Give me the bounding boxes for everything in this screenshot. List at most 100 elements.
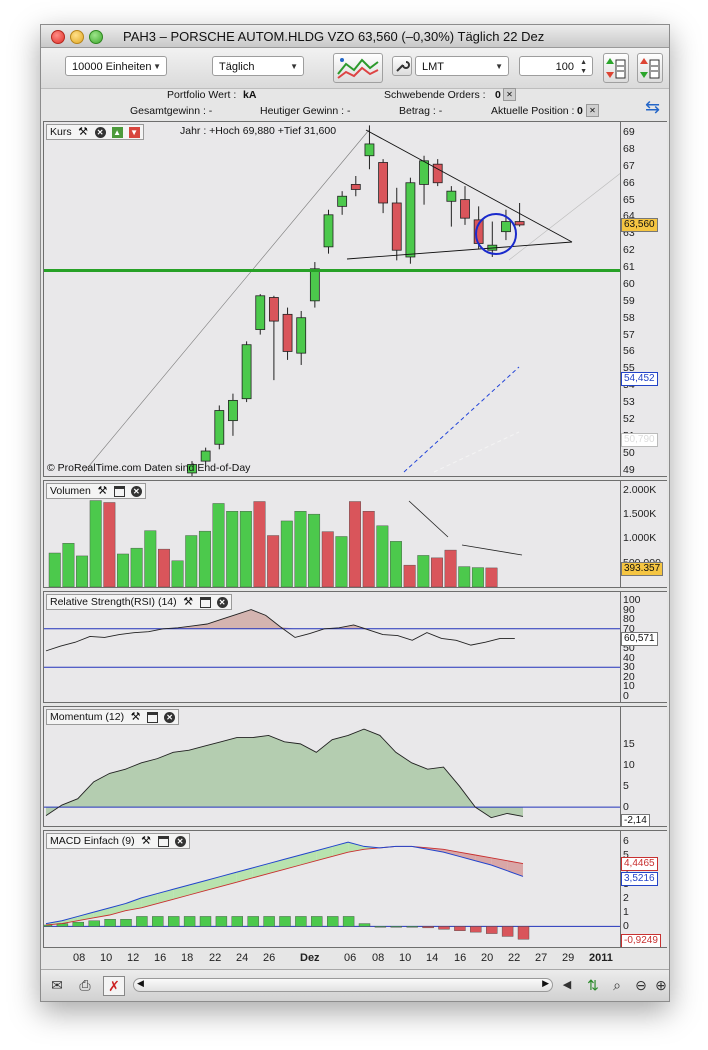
- price-panel-title: Kurs: [50, 126, 72, 138]
- zoom-fit-icon[interactable]: ⌕: [607, 976, 627, 994]
- macd-histogram-bar: [279, 916, 291, 927]
- date-axis-label: 22: [209, 952, 222, 964]
- sell-order-button[interactable]: [637, 53, 663, 83]
- momentum-tick-label: 15: [623, 737, 635, 750]
- candle-body: [391, 202, 402, 251]
- zoom-out-icon[interactable]: ⊖: [631, 976, 651, 994]
- price-panel[interactable]: Kurs ⚒ ✕ ▲ ▼ Jahr : +Hoch 69,880 +Tief 3…: [43, 121, 621, 477]
- period-select[interactable]: Täglich ▼: [212, 56, 304, 76]
- chevron-down-icon: ▼: [495, 62, 503, 71]
- mail-icon[interactable]: ✉: [47, 976, 67, 994]
- close-icon[interactable]: ✕: [216, 596, 228, 608]
- buy-order-button[interactable]: [603, 53, 629, 83]
- volume-bar: [349, 501, 361, 587]
- volume-bar: [226, 511, 239, 587]
- volume-bar: [431, 557, 443, 587]
- rsi-panel[interactable]: Relative Strength(RSI) (14) ⚒ ✕: [43, 591, 621, 703]
- price-tick-label: 62: [623, 244, 635, 257]
- scroll-right-icon[interactable]: ▶: [542, 978, 549, 989]
- close-icon[interactable]: ✕: [164, 711, 176, 723]
- close-icon[interactable]: ✕: [503, 88, 516, 101]
- minimize-window-button[interactable]: [70, 30, 84, 44]
- date-axis-label: 16: [154, 952, 167, 964]
- macd-histogram-bar: [215, 916, 228, 927]
- quantity-stepper[interactable]: 100 ▲ ▼: [519, 56, 593, 76]
- macd-histogram-bar: [136, 916, 148, 927]
- close-icon[interactable]: ✕: [174, 835, 186, 847]
- step-back-icon[interactable]: ◀: [557, 976, 577, 994]
- macd-panel[interactable]: MACD Einfach (9) ⚒ ✕: [43, 830, 621, 948]
- rsi-tick-label: 0: [623, 690, 629, 702]
- zoom-auto-icon[interactable]: ⇅: [583, 976, 603, 994]
- rsi-overbought-fill: [46, 609, 515, 629]
- volume-bar: [48, 552, 61, 587]
- units-select[interactable]: 10000 Einheiten ▼: [65, 56, 167, 76]
- macd-histogram-bar: [454, 926, 466, 931]
- price-axis: 6968676665646362616059585756555453525150…: [621, 121, 667, 477]
- volume-bar: [103, 502, 116, 587]
- price-tick-label: 65: [623, 193, 635, 206]
- macd-histogram-bar: [517, 926, 530, 940]
- volume-bar: [130, 547, 143, 587]
- horizontal-scrollbar[interactable]: ◀ ▶: [133, 978, 553, 992]
- swap-arrows-icon[interactable]: ⇆: [645, 97, 660, 118]
- macd-tick-label: 0: [623, 920, 629, 933]
- macd-histogram-bar: [501, 926, 514, 937]
- macd-histogram-bar: [72, 921, 84, 927]
- dashed-light-line: [433, 431, 520, 473]
- volume-bar: [157, 548, 170, 587]
- arrow-down-icon[interactable]: ▼: [128, 126, 140, 138]
- volume-bar: [335, 536, 348, 587]
- momentum-tick-label: 10: [623, 758, 635, 771]
- volume-bar: [390, 541, 402, 587]
- wrench-icon[interactable]: ⚒: [97, 485, 108, 497]
- wrench-button[interactable]: [392, 56, 412, 76]
- window-icon[interactable]: [147, 711, 159, 723]
- candle-body: [241, 344, 252, 400]
- wrench-icon[interactable]: ⚒: [183, 596, 194, 608]
- candle-body: [514, 221, 525, 226]
- wrench-icon[interactable]: ⚒: [141, 835, 152, 847]
- macd-histogram-bar: [295, 916, 307, 927]
- momentum-tick-label: 0: [623, 801, 629, 814]
- date-axis-label: 10: [399, 952, 412, 964]
- volume-bar: [117, 553, 129, 587]
- date-axis-label: 20: [481, 952, 494, 964]
- price-tick-label: 58: [623, 311, 635, 324]
- chart-style-button[interactable]: [333, 53, 383, 83]
- price-tick-label: 49: [623, 463, 635, 476]
- close-icon[interactable]: ✕: [130, 485, 142, 497]
- volume-panel[interactable]: Volumen ⚒ ✕: [43, 480, 621, 588]
- zoom-in-icon[interactable]: ⊕: [651, 976, 669, 994]
- date-axis-label: 2011: [589, 952, 613, 964]
- close-window-button[interactable]: [51, 30, 65, 44]
- scroll-left-icon[interactable]: ◀: [137, 978, 144, 989]
- wrench-icon[interactable]: ⚒: [130, 711, 141, 723]
- volume-bar: [253, 501, 266, 587]
- zoom-window-button[interactable]: [89, 30, 103, 44]
- window-icon[interactable]: [199, 596, 211, 608]
- wrench-icon: [396, 61, 410, 72]
- window-icon[interactable]: [113, 485, 125, 497]
- candle-body: [309, 268, 320, 302]
- print-icon[interactable]: ⎙: [75, 976, 95, 994]
- candle-body: [378, 162, 389, 204]
- close-icon[interactable]: ✕: [586, 104, 599, 117]
- momentum-panel[interactable]: Momentum (12) ⚒ ✕: [43, 706, 621, 827]
- rsi-axis: 1009080706050403020100 60,571: [621, 591, 667, 703]
- price-tick-label: 60: [623, 277, 635, 290]
- wrench-icon[interactable]: ⚒: [78, 126, 89, 138]
- bottom-toolbar: ✉ ⎙ ✗ ◀ ▶ ◀ ⇅ ⌕ ⊖ ⊕: [41, 969, 669, 1001]
- portfolio-label: Portfolio Wert :: [167, 89, 237, 101]
- order-type-select[interactable]: LMT ▼: [415, 56, 509, 76]
- volume-bar: [417, 555, 430, 587]
- dashed-trend-line: [403, 366, 520, 473]
- macd-histogram-bar: [199, 916, 212, 927]
- date-axis-label: 08: [372, 952, 385, 964]
- cursor-toggle-icon[interactable]: ✗: [103, 976, 125, 996]
- window-icon[interactable]: [157, 835, 169, 847]
- close-icon[interactable]: ✕: [94, 126, 106, 138]
- price-tick-label: 57: [623, 328, 635, 341]
- macd-histogram-bar: [406, 926, 418, 928]
- arrow-up-icon[interactable]: ▲: [111, 126, 123, 138]
